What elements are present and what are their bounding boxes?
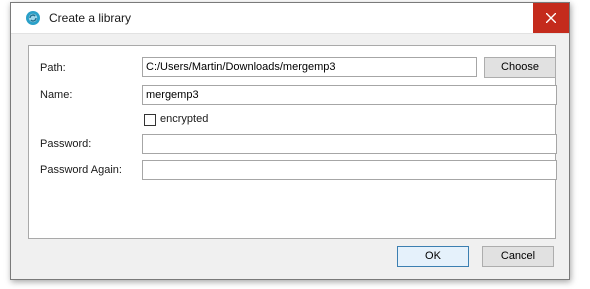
- form-panel: Path: C:/Users/Martin/Downloads/mergemp3…: [28, 45, 557, 239]
- path-label: Path:: [40, 62, 66, 74]
- cancel-button[interactable]: Cancel: [482, 246, 554, 267]
- encrypted-label[interactable]: encrypted: [160, 113, 208, 125]
- path-input[interactable]: C:/Users/Martin/Downloads/mergemp3: [142, 57, 477, 77]
- password-again-label: Password Again:: [40, 164, 122, 176]
- name-label: Name:: [40, 89, 73, 101]
- choose-button[interactable]: Choose: [484, 57, 556, 78]
- ok-button[interactable]: OK: [397, 246, 469, 267]
- encrypted-checkbox[interactable]: [144, 114, 156, 126]
- name-input[interactable]: mergemp3: [142, 85, 557, 105]
- password-input[interactable]: [142, 134, 557, 154]
- app-logo-icon: [25, 10, 41, 26]
- window-title: Create a library: [49, 11, 132, 25]
- password-label: Password:: [40, 138, 92, 150]
- title-bar[interactable]: Create a library: [11, 3, 569, 34]
- close-icon: [546, 13, 556, 23]
- password-again-input[interactable]: [142, 160, 557, 180]
- dialog-window: Create a library Path: C:/Users/Martin/D…: [10, 2, 570, 280]
- close-button[interactable]: [533, 3, 569, 33]
